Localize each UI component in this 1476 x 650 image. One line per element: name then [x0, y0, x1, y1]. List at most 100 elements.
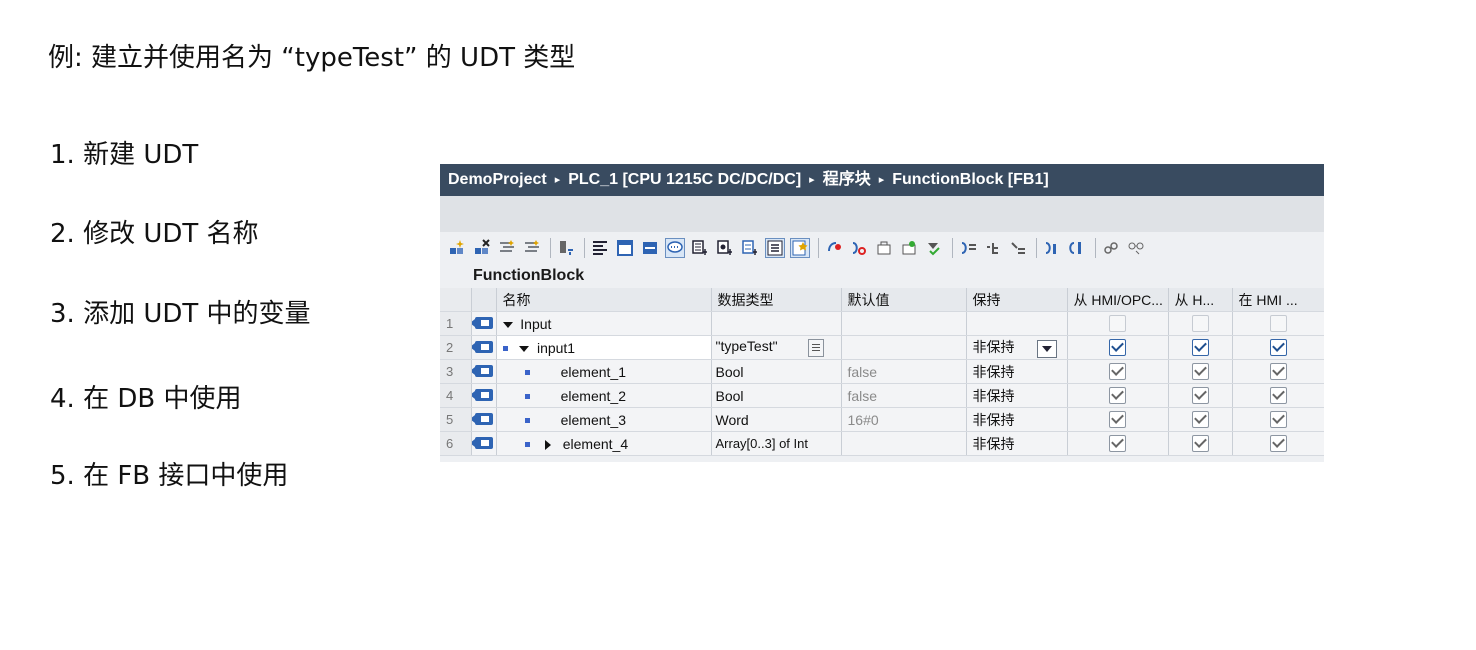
hmi-write-checkbox[interactable] — [1191, 435, 1209, 453]
collapse-icon[interactable] — [519, 345, 530, 352]
hmi-access-checkbox[interactable] — [1109, 363, 1126, 381]
column-header-default[interactable]: 默认值 — [841, 288, 967, 312]
type-browse-icon[interactable] — [807, 338, 824, 357]
default-cell[interactable]: 16#0 — [841, 407, 967, 432]
hmi-write-checkbox[interactable] — [1191, 411, 1209, 429]
default-cell[interactable] — [841, 311, 967, 336]
hmi-visible-checkbox[interactable] — [1269, 411, 1287, 429]
hmi-write-checkbox[interactable] — [1191, 315, 1209, 333]
copy-start-icon[interactable] — [959, 239, 977, 257]
window-blue-icon[interactable] — [641, 239, 659, 257]
retain-cell[interactable]: 非保持 — [966, 383, 1068, 408]
name-cell[interactable]: input1 — [496, 335, 712, 360]
retain-cell[interactable]: 非保持 — [966, 431, 1068, 456]
list-icon[interactable] — [765, 238, 785, 258]
column-header-name[interactable]: 名称 — [496, 288, 712, 312]
retain-cell[interactable]: 非保持 — [966, 359, 1068, 384]
snapshot-icon[interactable] — [850, 239, 868, 257]
value-icon[interactable] — [1043, 239, 1061, 257]
hmi-write-checkbox[interactable] — [1191, 387, 1209, 405]
breadcrumb-block[interactable]: FunctionBlock [FB1] — [892, 171, 1048, 188]
star-icon[interactable] — [790, 238, 810, 258]
table-row[interactable]: 4 element_2 Bool false 非保持 — [440, 383, 1324, 408]
name-cell[interactable]: element_3 — [496, 407, 712, 432]
window-icon[interactable] — [616, 239, 634, 257]
delete-row-icon[interactable] — [473, 239, 491, 257]
edit-icon[interactable] — [984, 239, 1002, 257]
hmi-visible-checkbox[interactable] — [1269, 339, 1287, 357]
breadcrumb-separator-icon: ▸ — [809, 174, 815, 186]
insert-row-icon[interactable] — [448, 239, 466, 257]
hmi-write-checkbox[interactable] — [1191, 339, 1209, 357]
hmi-access-cell — [1067, 359, 1169, 384]
expand-arrow-icon[interactable] — [545, 439, 552, 450]
name-cell[interactable]: element_1 — [496, 359, 712, 384]
collapse-icon[interactable] — [502, 321, 513, 328]
table-row[interactable]: 2 input1 "typeTest" 非保持 — [440, 335, 1324, 360]
hmi-write-checkbox[interactable] — [1191, 363, 1209, 381]
variable-dot-icon — [524, 442, 530, 448]
default-cell[interactable] — [841, 335, 967, 360]
hmi-visible-cell — [1232, 431, 1324, 456]
hmi-access-checkbox[interactable] — [1109, 387, 1126, 405]
type-cell[interactable]: Bool — [711, 383, 842, 408]
table-row[interactable]: 3 element_1 Bool false 非保持 — [440, 359, 1324, 384]
retain-dropdown-icon[interactable] — [1036, 339, 1057, 358]
hmi-access-checkbox[interactable] — [1109, 339, 1126, 357]
expand3-icon[interactable] — [741, 239, 759, 257]
name-cell[interactable]: element_2 — [496, 383, 712, 408]
load-start-icon[interactable] — [900, 239, 918, 257]
expand-icon[interactable] — [691, 239, 709, 257]
indent-icon[interactable] — [498, 239, 516, 257]
hmi-visible-checkbox[interactable] — [1269, 435, 1287, 453]
column-header-hmi-write[interactable]: 从 H... — [1168, 288, 1233, 312]
table-row[interactable]: 5 element_3 Word 16#0 非保持 — [440, 407, 1324, 432]
hmi-access-checkbox[interactable] — [1109, 435, 1126, 453]
row-icon-cell — [471, 311, 497, 336]
interface-icon — [471, 388, 493, 401]
apply-icon[interactable] — [925, 239, 943, 257]
hmi-access-checkbox[interactable] — [1109, 411, 1126, 429]
type-cell[interactable]: Word — [711, 407, 842, 432]
hmi-access-cell — [1067, 335, 1169, 360]
monitor-icon[interactable] — [557, 239, 575, 257]
type-cell[interactable] — [711, 311, 842, 336]
hmi-visible-checkbox[interactable] — [1269, 363, 1287, 381]
edit2-icon[interactable] — [1009, 239, 1027, 257]
type-cell[interactable]: "typeTest" — [711, 335, 842, 360]
expand2-icon[interactable] — [716, 239, 734, 257]
hmi-access-checkbox[interactable] — [1109, 315, 1126, 333]
hmi-visible-checkbox[interactable] — [1269, 387, 1287, 405]
retain-cell[interactable]: 非保持 — [966, 407, 1068, 432]
align-left-icon[interactable] — [591, 239, 609, 257]
column-header-hmi-access[interactable]: 从 HMI/OPC... — [1067, 288, 1169, 312]
name-cell[interactable]: Input — [496, 311, 712, 336]
table-row[interactable]: 6 element_4 Array[0..3] of Int 非保持 — [440, 431, 1324, 456]
column-header-hmi-visible[interactable]: 在 HMI ... — [1232, 288, 1324, 312]
column-header-retain[interactable]: 保持 — [966, 288, 1068, 312]
toolbar-separator — [952, 238, 953, 258]
breadcrumb-plc[interactable]: PLC_1 [CPU 1215C DC/DC/DC] — [568, 171, 801, 188]
more-icon[interactable] — [1127, 239, 1145, 257]
value2-icon[interactable] — [1068, 239, 1086, 257]
type-cell[interactable]: Bool — [711, 359, 842, 384]
name-cell[interactable]: element_4 — [496, 431, 712, 456]
row-number: 3 — [440, 359, 472, 384]
table-row[interactable]: 1 Input — [440, 311, 1324, 336]
type-cell[interactable]: Array[0..3] of Int — [711, 431, 842, 456]
outdent-icon[interactable] — [523, 239, 541, 257]
load-icon[interactable] — [875, 239, 893, 257]
retain-cell[interactable] — [966, 311, 1068, 336]
retain-cell[interactable]: 非保持 — [966, 335, 1068, 360]
breadcrumb-project[interactable]: DemoProject — [448, 171, 547, 188]
default-cell[interactable]: false — [841, 359, 967, 384]
glasses-icon[interactable] — [1102, 239, 1120, 257]
comment-icon[interactable] — [665, 238, 685, 258]
reset-icon[interactable] — [825, 239, 843, 257]
default-cell[interactable] — [841, 431, 967, 456]
interface-icon — [471, 364, 493, 377]
column-header-datatype[interactable]: 数据类型 — [711, 288, 842, 312]
default-cell[interactable]: false — [841, 383, 967, 408]
breadcrumb-program-blocks[interactable]: 程序块 — [823, 171, 871, 188]
hmi-visible-checkbox[interactable] — [1269, 315, 1287, 333]
